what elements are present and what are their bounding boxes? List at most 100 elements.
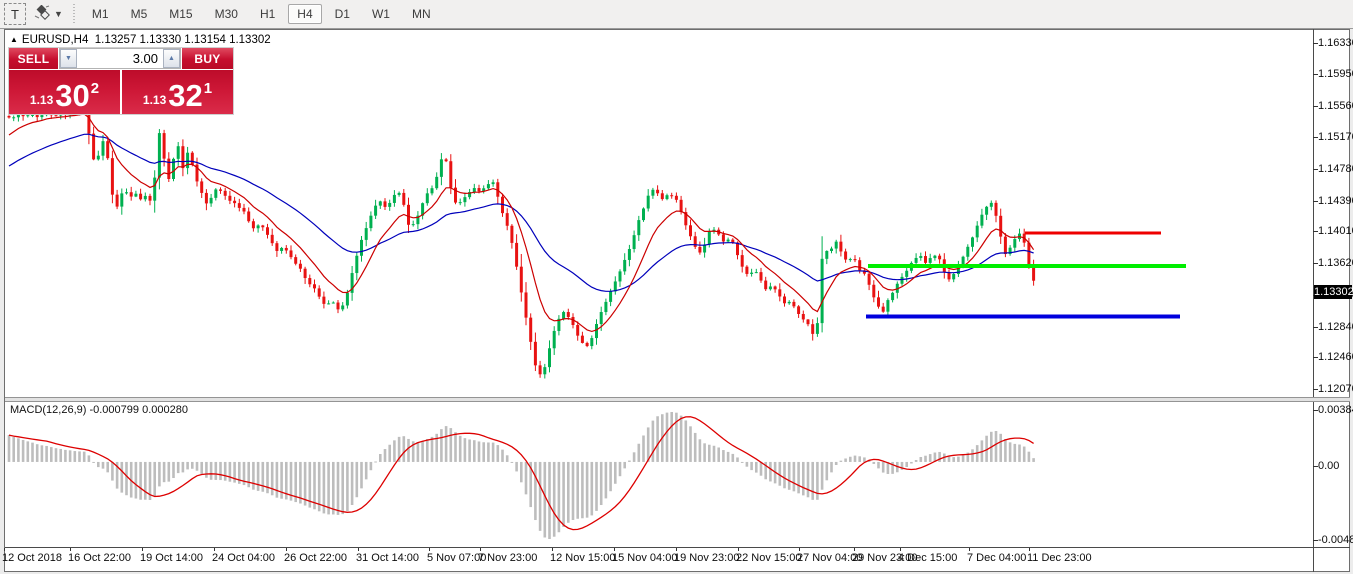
candle-down bbox=[478, 188, 481, 191]
candle-down bbox=[868, 274, 871, 285]
macd-histogram-bar bbox=[849, 457, 852, 462]
timeframe-button-m15[interactable]: M15 bbox=[160, 4, 201, 24]
candle-down bbox=[661, 193, 664, 199]
macd-histogram-bar bbox=[511, 462, 514, 463]
time-axis-label: 31 Oct 14:00 bbox=[356, 552, 419, 564]
candle-down bbox=[1027, 243, 1030, 265]
candle-up bbox=[257, 225, 260, 228]
candle-up bbox=[708, 231, 711, 244]
candle-down bbox=[116, 195, 119, 207]
volume-decrease-button[interactable]: ▼ bbox=[60, 49, 77, 68]
buy-button[interactable]: BUY bbox=[182, 48, 233, 69]
candle-up bbox=[980, 215, 983, 226]
macd-histogram-bar bbox=[971, 449, 974, 462]
candle-down bbox=[92, 134, 95, 160]
macd-histogram-bar bbox=[652, 421, 655, 462]
sell-button[interactable]: SELL bbox=[9, 48, 58, 69]
price-axis-label: 1.15950 bbox=[1318, 68, 1353, 80]
macd-histogram-bar bbox=[374, 461, 377, 462]
candle-down bbox=[275, 243, 278, 251]
candle-down bbox=[858, 260, 861, 270]
macd-histogram-bar bbox=[591, 462, 594, 515]
candle-up bbox=[919, 256, 922, 258]
timeframe-button-h4[interactable]: H4 bbox=[288, 4, 321, 24]
macd-histogram-bar bbox=[365, 462, 368, 479]
candle-down bbox=[581, 336, 584, 343]
text-tool-icon: T bbox=[11, 7, 19, 22]
timeframe-button-m1[interactable]: M1 bbox=[83, 4, 118, 24]
macd-histogram-bar bbox=[905, 462, 908, 467]
arrow-objects-button[interactable]: ▼ bbox=[34, 4, 63, 24]
chart-caption: ▲EURUSD,H4 1.13257 1.13330 1.13154 1.133… bbox=[10, 34, 271, 46]
macd-histogram-bar bbox=[121, 462, 124, 493]
sell-price-display[interactable]: 1.13 30 2 bbox=[9, 70, 120, 114]
candle-up bbox=[186, 153, 189, 168]
candle-up bbox=[177, 146, 180, 159]
time-axis-label: 19 Nov 23:00 bbox=[674, 552, 739, 564]
pane-splitter[interactable] bbox=[5, 397, 1350, 402]
macd-indicator-canvas[interactable] bbox=[5, 402, 1313, 546]
candle-up bbox=[619, 271, 622, 281]
ohlc-values: 1.13257 1.13330 1.13154 1.13302 bbox=[95, 34, 271, 46]
time-axis-label: 26 Oct 22:00 bbox=[284, 552, 347, 564]
macd-histogram-bar bbox=[746, 462, 749, 467]
macd-histogram-bar bbox=[882, 462, 885, 473]
candle-down bbox=[247, 211, 250, 221]
candle-up bbox=[933, 256, 936, 258]
candle-down bbox=[299, 264, 302, 269]
candle-down bbox=[811, 324, 814, 334]
candle-up bbox=[628, 249, 631, 260]
volume-input[interactable]: 3.00 bbox=[77, 49, 163, 68]
price-axis-label: 1.12070 bbox=[1318, 383, 1353, 395]
buy-price-display[interactable]: 1.13 32 1 bbox=[122, 70, 233, 114]
candle-down bbox=[407, 205, 410, 225]
macd-histogram-bar bbox=[487, 442, 490, 461]
macd-histogram-bar bbox=[1028, 452, 1031, 462]
macd-histogram-bar bbox=[544, 462, 547, 538]
macd-histogram-bar bbox=[421, 441, 424, 462]
candle-up bbox=[398, 193, 401, 195]
timeframe-button-h1[interactable]: H1 bbox=[251, 4, 284, 24]
collapse-icon[interactable]: ▲ bbox=[10, 35, 18, 44]
macd-histogram-bar bbox=[92, 462, 95, 463]
time-axis-tick bbox=[552, 548, 553, 551]
candle-up bbox=[929, 258, 932, 263]
trade-panel-top-row: SELL ▼ 3.00 ▲ BUY bbox=[9, 48, 233, 69]
macd-histogram-bar bbox=[680, 416, 683, 462]
candle-down bbox=[271, 235, 274, 243]
buy-button-label: BUY bbox=[194, 52, 220, 66]
timeframe-button-d1[interactable]: D1 bbox=[326, 4, 359, 24]
macd-histogram-bar bbox=[125, 462, 128, 495]
time-axis-separator bbox=[5, 547, 1350, 548]
arrow-objects-icon bbox=[34, 5, 51, 24]
candle-down bbox=[807, 319, 810, 324]
candle-up bbox=[642, 209, 645, 221]
volume-increase-button[interactable]: ▲ bbox=[163, 49, 180, 68]
macd-histogram-bar bbox=[783, 462, 786, 488]
timeframe-button-w1[interactable]: W1 bbox=[363, 4, 399, 24]
timeframe-button-m5[interactable]: M5 bbox=[122, 4, 157, 24]
candle-down bbox=[55, 115, 58, 116]
macd-histogram-bar bbox=[41, 445, 44, 462]
price-axis-label: 1.15560 bbox=[1318, 100, 1353, 112]
timeframe-button-m30[interactable]: M30 bbox=[206, 4, 247, 24]
macd-histogram-bar bbox=[736, 457, 739, 461]
candle-down bbox=[844, 251, 847, 259]
timeframe-button-mn[interactable]: MN bbox=[403, 4, 440, 24]
candle-down bbox=[384, 201, 387, 207]
candle-down bbox=[304, 269, 307, 278]
candle-down bbox=[337, 303, 340, 310]
candle-down bbox=[106, 141, 109, 158]
macd-histogram-bar bbox=[431, 437, 434, 462]
macd-histogram-bar bbox=[191, 462, 194, 469]
candle-down bbox=[163, 133, 166, 159]
macd-histogram-bar bbox=[877, 462, 880, 468]
candle-up bbox=[816, 323, 819, 334]
text-tool-button[interactable]: T bbox=[4, 3, 26, 25]
candle-down bbox=[313, 284, 316, 288]
candle-down bbox=[802, 314, 805, 319]
time-axis-label: 22 Nov 15:00 bbox=[736, 552, 801, 564]
macd-histogram-bar bbox=[741, 462, 744, 463]
time-axis-label: 15 Nov 04:00 bbox=[612, 552, 677, 564]
macd-histogram-bar bbox=[78, 451, 81, 462]
